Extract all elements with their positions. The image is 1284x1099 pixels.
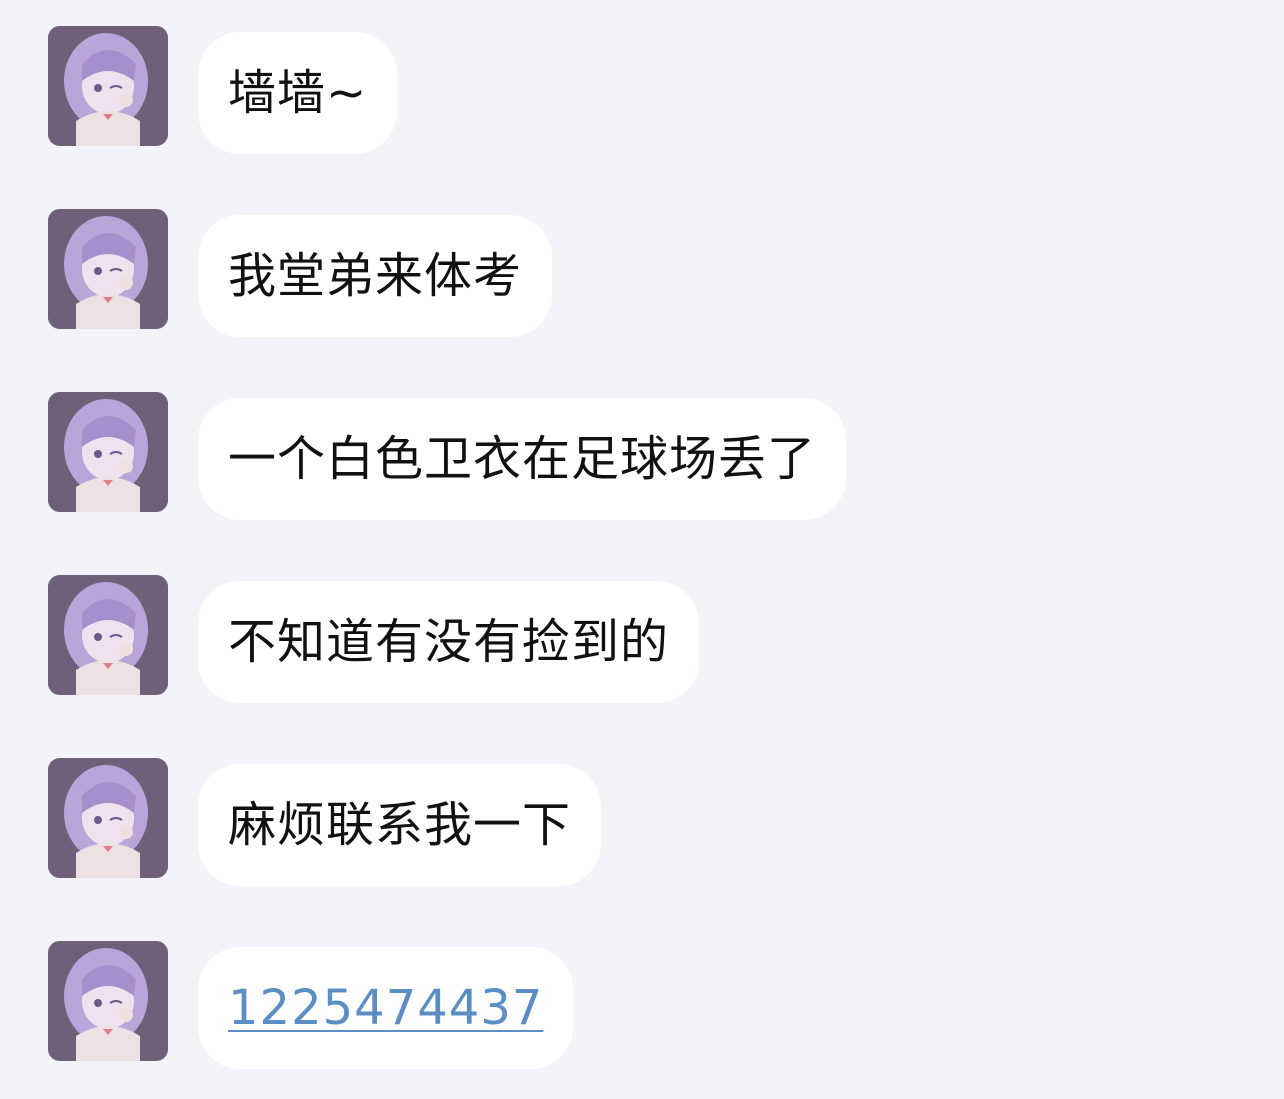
avatar[interactable] [48,941,168,1061]
message-row: 1225474437 [0,915,1284,1069]
message-bubble[interactable]: 墙墙~ [198,32,398,154]
anime-girl-avatar-icon [48,941,168,1061]
avatar[interactable] [48,392,168,512]
message-text: 一个白色卫衣在足球场丢了 [228,431,817,487]
avatar[interactable] [48,575,168,695]
message-bubble[interactable]: 麻烦联系我一下 [198,764,602,886]
message-text: 不知道有没有捡到的 [228,614,670,670]
avatar[interactable] [48,26,168,146]
message-text: 我堂弟来体考 [228,248,523,304]
message-row: 一个白色卫衣在足球场丢了 [0,366,1284,520]
anime-girl-avatar-icon [48,26,168,146]
message-row: 不知道有没有捡到的 [0,549,1284,703]
message-bubble[interactable]: 1225474437 [198,947,574,1069]
message-bubble[interactable]: 一个白色卫衣在足球场丢了 [198,398,847,520]
phone-number-link[interactable]: 1225474437 [228,980,543,1036]
avatar[interactable] [48,758,168,878]
message-text: 墙墙~ [228,65,368,121]
chat-thread: 墙墙~ 我堂弟来体考 一个白色卫衣在足球场丢了 不知道有没有捡到的 麻烦联系我一… [0,0,1284,1099]
anime-girl-avatar-icon [48,209,168,329]
message-row: 麻烦联系我一下 [0,732,1284,886]
message-row: 我堂弟来体考 [0,183,1284,337]
message-bubble[interactable]: 我堂弟来体考 [198,215,553,337]
anime-girl-avatar-icon [48,392,168,512]
message-text: 麻烦联系我一下 [228,797,572,853]
avatar[interactable] [48,209,168,329]
message-row: 墙墙~ [0,0,1284,154]
message-bubble[interactable]: 不知道有没有捡到的 [198,581,700,703]
anime-girl-avatar-icon [48,758,168,878]
anime-girl-avatar-icon [48,575,168,695]
